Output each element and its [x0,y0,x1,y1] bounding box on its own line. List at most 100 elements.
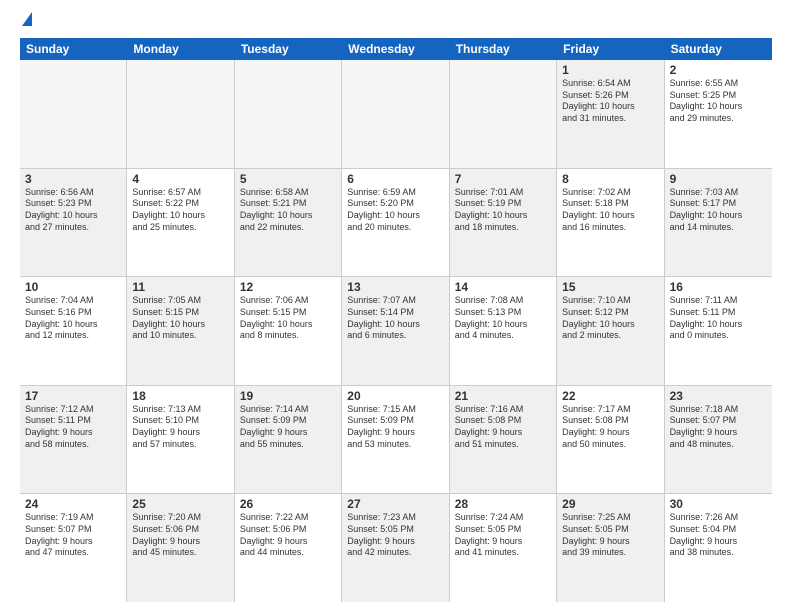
day-info: Sunrise: 7:24 AM Sunset: 5:05 PM Dayligh… [455,512,551,559]
day-cell-27: 27Sunrise: 7:23 AM Sunset: 5:05 PM Dayli… [342,494,449,602]
day-cell-19: 19Sunrise: 7:14 AM Sunset: 5:09 PM Dayli… [235,386,342,494]
day-cell-2: 2Sunrise: 6:55 AM Sunset: 5:25 PM Daylig… [665,60,772,168]
day-cell-26: 26Sunrise: 7:22 AM Sunset: 5:06 PM Dayli… [235,494,342,602]
empty-cell [235,60,342,168]
day-info: Sunrise: 7:11 AM Sunset: 5:11 PM Dayligh… [670,295,767,342]
day-number: 23 [670,389,767,403]
day-info: Sunrise: 7:04 AM Sunset: 5:16 PM Dayligh… [25,295,121,342]
day-info: Sunrise: 6:57 AM Sunset: 5:22 PM Dayligh… [132,187,228,234]
day-header-tuesday: Tuesday [235,38,342,60]
day-cell-15: 15Sunrise: 7:10 AM Sunset: 5:12 PM Dayli… [557,277,664,385]
day-info: Sunrise: 7:05 AM Sunset: 5:15 PM Dayligh… [132,295,228,342]
day-cell-3: 3Sunrise: 6:56 AM Sunset: 5:23 PM Daylig… [20,169,127,277]
day-number: 19 [240,389,336,403]
day-number: 3 [25,172,121,186]
day-cell-30: 30Sunrise: 7:26 AM Sunset: 5:04 PM Dayli… [665,494,772,602]
day-number: 26 [240,497,336,511]
day-number: 11 [132,280,228,294]
day-info: Sunrise: 7:25 AM Sunset: 5:05 PM Dayligh… [562,512,658,559]
day-number: 13 [347,280,443,294]
empty-cell [127,60,234,168]
day-number: 10 [25,280,121,294]
calendar: SundayMondayTuesdayWednesdayThursdayFrid… [20,38,772,602]
day-cell-8: 8Sunrise: 7:02 AM Sunset: 5:18 PM Daylig… [557,169,664,277]
day-info: Sunrise: 7:17 AM Sunset: 5:08 PM Dayligh… [562,404,658,451]
day-number: 30 [670,497,767,511]
day-info: Sunrise: 7:02 AM Sunset: 5:18 PM Dayligh… [562,187,658,234]
day-number: 12 [240,280,336,294]
day-cell-13: 13Sunrise: 7:07 AM Sunset: 5:14 PM Dayli… [342,277,449,385]
day-number: 2 [670,63,767,77]
day-number: 28 [455,497,551,511]
day-cell-24: 24Sunrise: 7:19 AM Sunset: 5:07 PM Dayli… [20,494,127,602]
day-number: 15 [562,280,658,294]
day-cell-17: 17Sunrise: 7:12 AM Sunset: 5:11 PM Dayli… [20,386,127,494]
day-cell-29: 29Sunrise: 7:25 AM Sunset: 5:05 PM Dayli… [557,494,664,602]
day-number: 9 [670,172,767,186]
day-cell-23: 23Sunrise: 7:18 AM Sunset: 5:07 PM Dayli… [665,386,772,494]
day-cell-18: 18Sunrise: 7:13 AM Sunset: 5:10 PM Dayli… [127,386,234,494]
day-cell-10: 10Sunrise: 7:04 AM Sunset: 5:16 PM Dayli… [20,277,127,385]
logo [20,16,32,26]
day-number: 25 [132,497,228,511]
empty-cell [450,60,557,168]
day-cell-6: 6Sunrise: 6:59 AM Sunset: 5:20 PM Daylig… [342,169,449,277]
day-info: Sunrise: 7:18 AM Sunset: 5:07 PM Dayligh… [670,404,767,451]
day-info: Sunrise: 6:55 AM Sunset: 5:25 PM Dayligh… [670,78,767,125]
day-info: Sunrise: 7:13 AM Sunset: 5:10 PM Dayligh… [132,404,228,451]
day-header-thursday: Thursday [450,38,557,60]
day-number: 7 [455,172,551,186]
day-cell-16: 16Sunrise: 7:11 AM Sunset: 5:11 PM Dayli… [665,277,772,385]
day-info: Sunrise: 7:15 AM Sunset: 5:09 PM Dayligh… [347,404,443,451]
day-cell-25: 25Sunrise: 7:20 AM Sunset: 5:06 PM Dayli… [127,494,234,602]
day-header-monday: Monday [127,38,234,60]
day-info: Sunrise: 7:19 AM Sunset: 5:07 PM Dayligh… [25,512,121,559]
day-info: Sunrise: 7:08 AM Sunset: 5:13 PM Dayligh… [455,295,551,342]
day-number: 14 [455,280,551,294]
page: SundayMondayTuesdayWednesdayThursdayFrid… [0,0,792,612]
calendar-week-2: 3Sunrise: 6:56 AM Sunset: 5:23 PM Daylig… [20,169,772,278]
calendar-week-5: 24Sunrise: 7:19 AM Sunset: 5:07 PM Dayli… [20,494,772,602]
day-info: Sunrise: 7:07 AM Sunset: 5:14 PM Dayligh… [347,295,443,342]
day-cell-4: 4Sunrise: 6:57 AM Sunset: 5:22 PM Daylig… [127,169,234,277]
day-info: Sunrise: 7:23 AM Sunset: 5:05 PM Dayligh… [347,512,443,559]
day-cell-14: 14Sunrise: 7:08 AM Sunset: 5:13 PM Dayli… [450,277,557,385]
day-number: 17 [25,389,121,403]
calendar-week-1: 1Sunrise: 6:54 AM Sunset: 5:26 PM Daylig… [20,60,772,169]
day-cell-11: 11Sunrise: 7:05 AM Sunset: 5:15 PM Dayli… [127,277,234,385]
day-info: Sunrise: 6:58 AM Sunset: 5:21 PM Dayligh… [240,187,336,234]
day-info: Sunrise: 7:10 AM Sunset: 5:12 PM Dayligh… [562,295,658,342]
day-number: 16 [670,280,767,294]
day-cell-20: 20Sunrise: 7:15 AM Sunset: 5:09 PM Dayli… [342,386,449,494]
day-number: 27 [347,497,443,511]
day-header-wednesday: Wednesday [342,38,449,60]
calendar-week-3: 10Sunrise: 7:04 AM Sunset: 5:16 PM Dayli… [20,277,772,386]
day-info: Sunrise: 7:14 AM Sunset: 5:09 PM Dayligh… [240,404,336,451]
day-info: Sunrise: 7:06 AM Sunset: 5:15 PM Dayligh… [240,295,336,342]
day-number: 22 [562,389,658,403]
day-info: Sunrise: 7:03 AM Sunset: 5:17 PM Dayligh… [670,187,767,234]
day-cell-21: 21Sunrise: 7:16 AM Sunset: 5:08 PM Dayli… [450,386,557,494]
day-info: Sunrise: 6:54 AM Sunset: 5:26 PM Dayligh… [562,78,658,125]
day-cell-12: 12Sunrise: 7:06 AM Sunset: 5:15 PM Dayli… [235,277,342,385]
day-info: Sunrise: 7:26 AM Sunset: 5:04 PM Dayligh… [670,512,767,559]
day-header-sunday: Sunday [20,38,127,60]
day-cell-9: 9Sunrise: 7:03 AM Sunset: 5:17 PM Daylig… [665,169,772,277]
day-info: Sunrise: 7:22 AM Sunset: 5:06 PM Dayligh… [240,512,336,559]
day-header-saturday: Saturday [665,38,772,60]
day-cell-1: 1Sunrise: 6:54 AM Sunset: 5:26 PM Daylig… [557,60,664,168]
calendar-week-4: 17Sunrise: 7:12 AM Sunset: 5:11 PM Dayli… [20,386,772,495]
day-cell-7: 7Sunrise: 7:01 AM Sunset: 5:19 PM Daylig… [450,169,557,277]
day-cell-28: 28Sunrise: 7:24 AM Sunset: 5:05 PM Dayli… [450,494,557,602]
day-number: 20 [347,389,443,403]
day-number: 4 [132,172,228,186]
day-info: Sunrise: 7:16 AM Sunset: 5:08 PM Dayligh… [455,404,551,451]
calendar-header: SundayMondayTuesdayWednesdayThursdayFrid… [20,38,772,60]
day-number: 5 [240,172,336,186]
day-info: Sunrise: 7:12 AM Sunset: 5:11 PM Dayligh… [25,404,121,451]
header [20,16,772,26]
day-info: Sunrise: 6:59 AM Sunset: 5:20 PM Dayligh… [347,187,443,234]
day-info: Sunrise: 7:01 AM Sunset: 5:19 PM Dayligh… [455,187,551,234]
day-number: 29 [562,497,658,511]
day-number: 18 [132,389,228,403]
